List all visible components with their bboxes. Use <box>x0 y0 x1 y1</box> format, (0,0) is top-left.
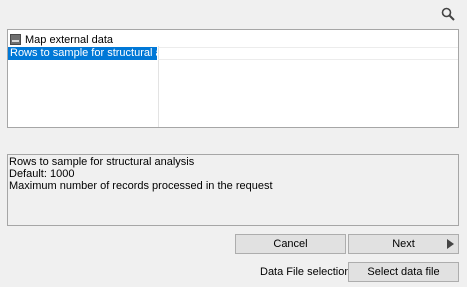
select-data-file-label: Select data file <box>367 266 440 278</box>
next-button[interactable]: Next <box>348 234 459 254</box>
description-panel: Rows to sample for structural analysis D… <box>7 154 459 226</box>
search-icon[interactable] <box>441 7 455 21</box>
tree-root-label: Map external data <box>25 33 114 46</box>
description-detail: Maximum number of records processed in t… <box>9 180 273 192</box>
cancel-button-label: Cancel <box>273 238 308 250</box>
table-icon <box>10 34 21 45</box>
select-data-file-button[interactable]: Select data file <box>348 262 459 282</box>
description-title: Rows to sample for structural analysis <box>9 156 195 168</box>
parameter-tree: Map external data Rows to sample for str… <box>7 29 459 128</box>
play-arrow-icon <box>447 239 454 249</box>
next-button-label: Next <box>392 238 415 250</box>
tree-row-selected[interactable]: Rows to sample for structural analysis <box>8 47 157 60</box>
cancel-button[interactable]: Cancel <box>235 234 346 254</box>
file-selection-label: Data File selection <box>260 266 351 278</box>
description-default: Default: 1000 <box>9 168 75 180</box>
tree-row-value-cell[interactable] <box>158 47 458 60</box>
tree-root[interactable]: Map external data <box>10 33 113 46</box>
